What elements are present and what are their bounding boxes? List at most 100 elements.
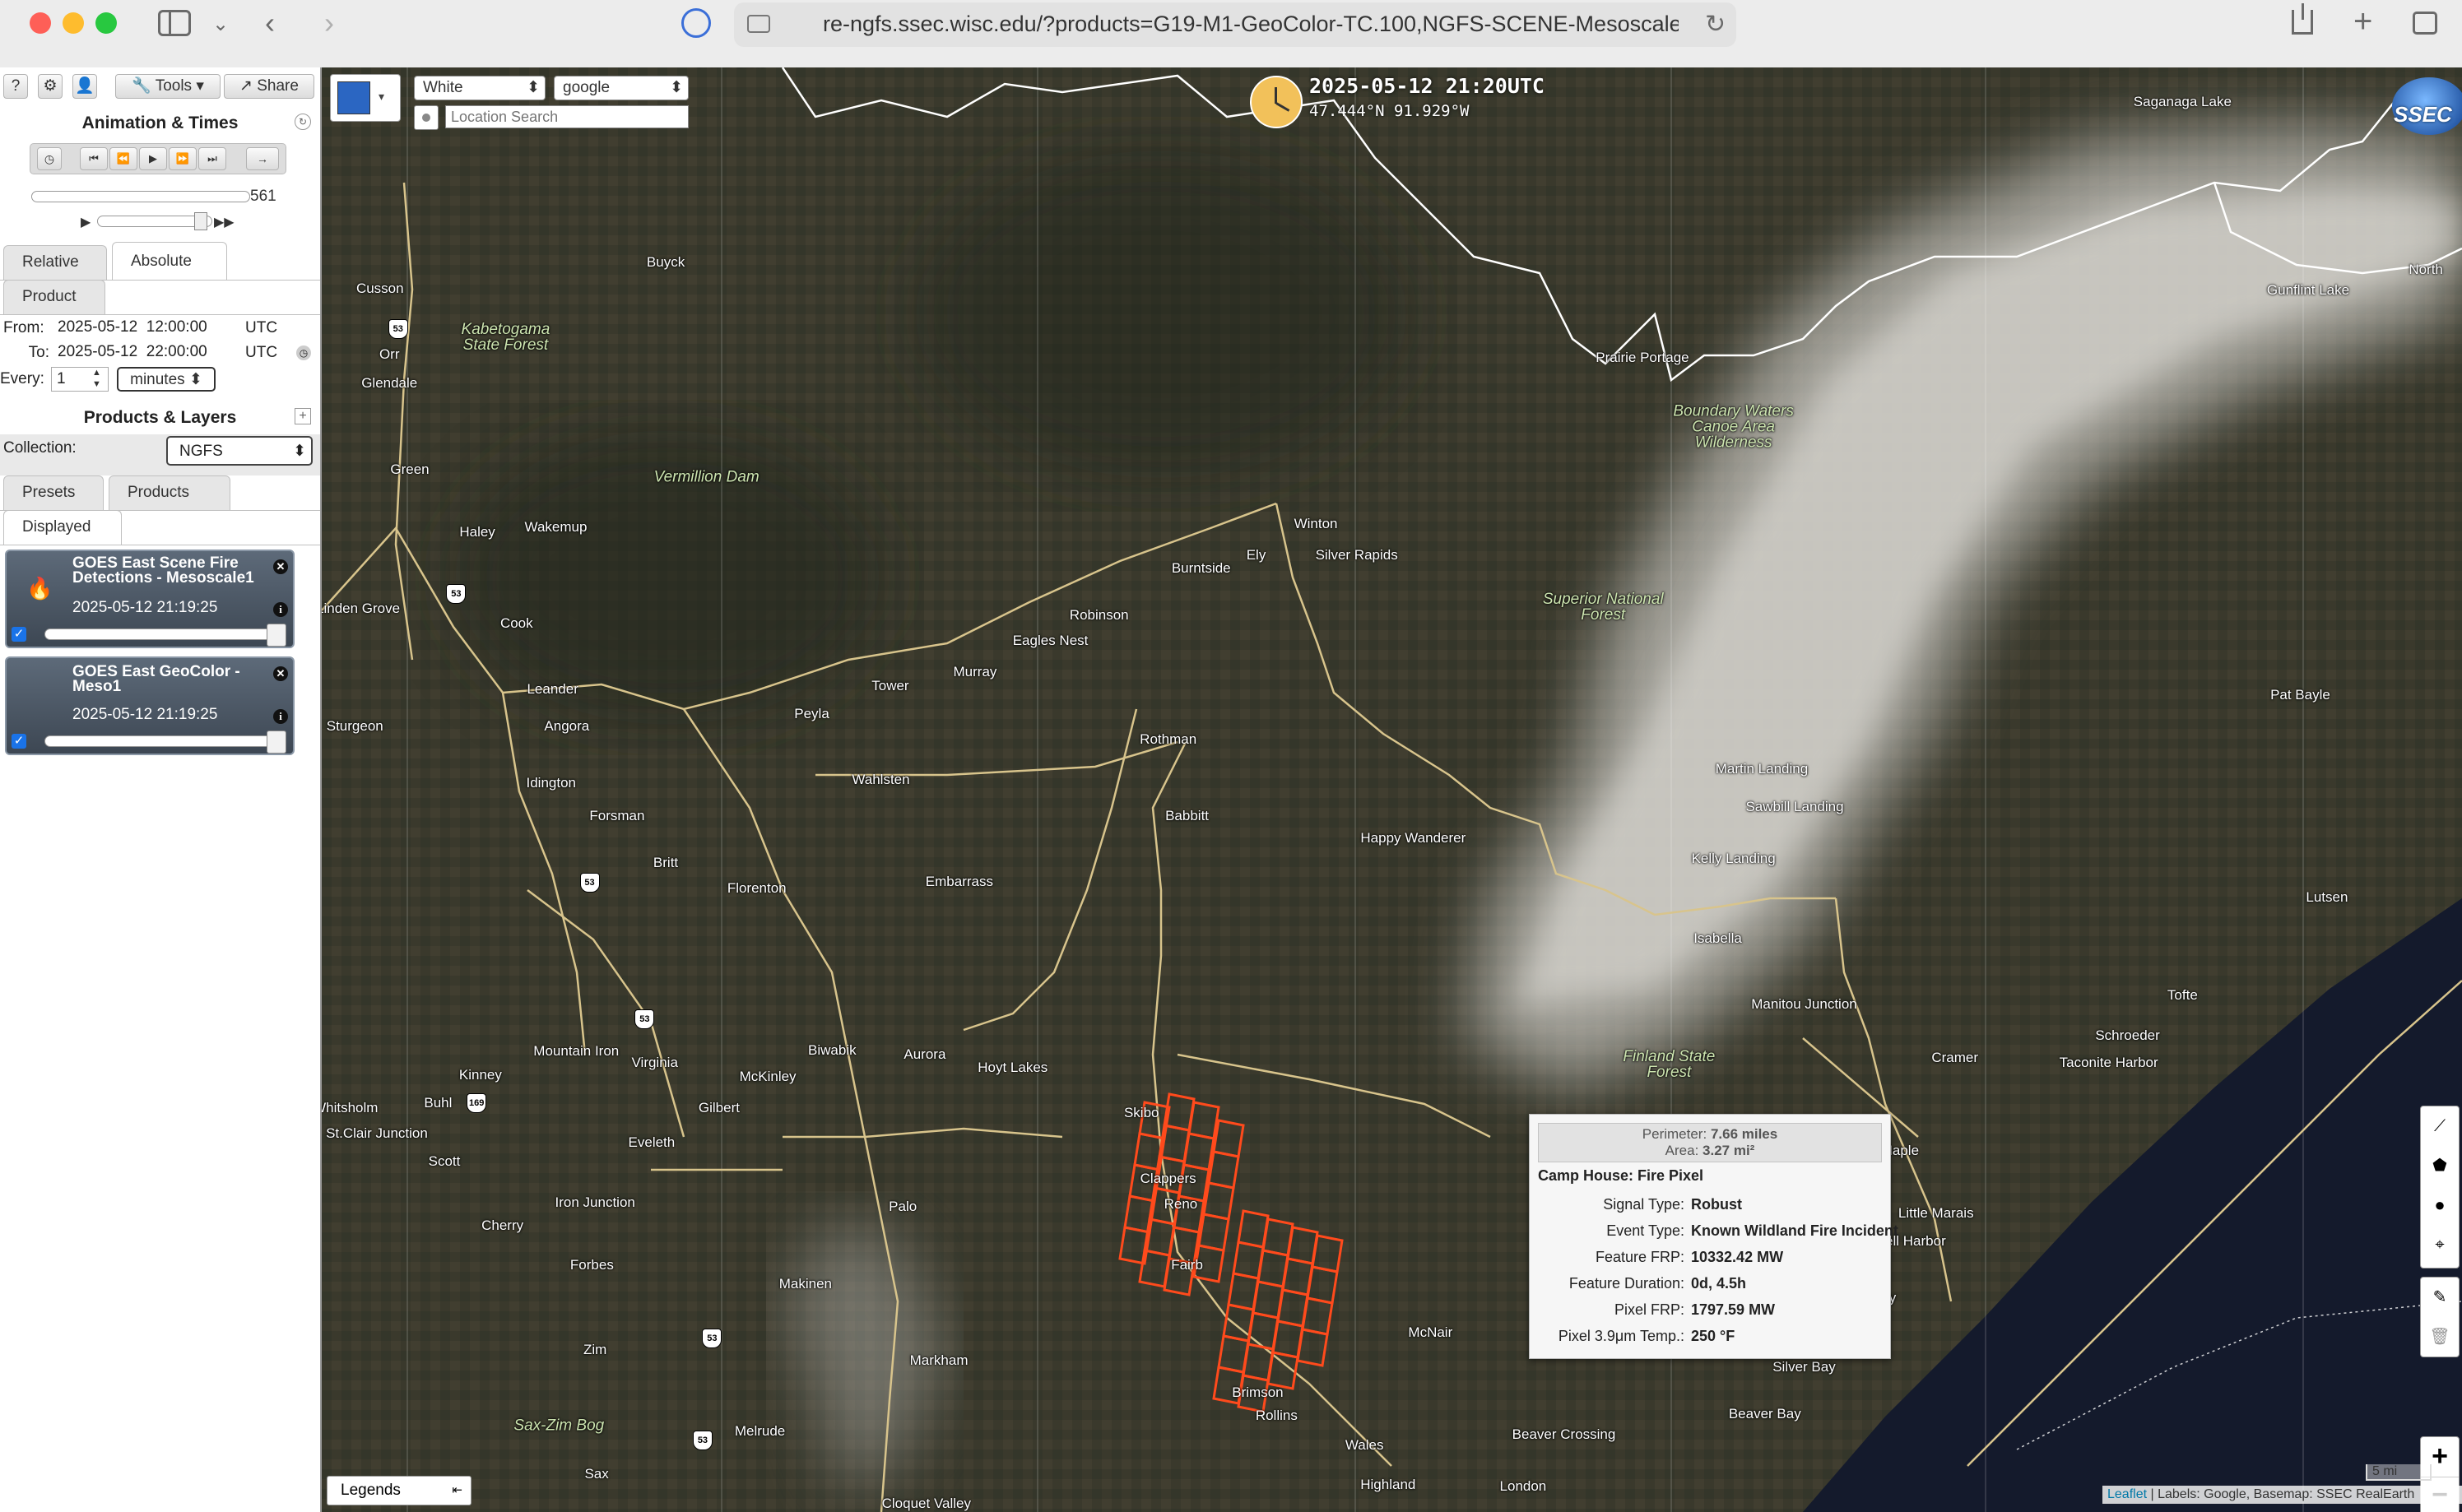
place-label: Mountain Iron	[533, 1043, 620, 1060]
opacity-slider[interactable]	[44, 735, 283, 747]
fast-forward-icon: ⏩	[175, 152, 190, 165]
area-label: Finland State Forest	[1623, 1047, 1716, 1081]
remove-layer-icon[interactable]: ✕	[273, 666, 288, 681]
user-button[interactable]: 👤	[72, 74, 97, 99]
basemap-switcher[interactable]: ▾	[330, 74, 401, 122]
sidebar-toggle-icon[interactable]	[158, 10, 191, 36]
draw-circle-icon[interactable]: ●	[2421, 1185, 2459, 1225]
remove-layer-icon[interactable]: ✕	[273, 559, 288, 574]
place-label: Skibo	[1123, 1104, 1159, 1120]
info-icon[interactable]: i	[273, 602, 288, 617]
from-datetime-input[interactable]: 2025-05-12 12:00:00	[53, 316, 239, 341]
place-label: Cook	[499, 615, 533, 631]
delete-layers-icon[interactable]: 🗑	[2421, 1317, 2459, 1357]
tab-overview-icon[interactable]	[2413, 12, 2437, 35]
edit-layers-icon[interactable]: ✎	[2421, 1278, 2459, 1317]
tab-product[interactable]: Product	[3, 280, 105, 314]
wrench-icon: 🔧	[132, 77, 151, 95]
layer-visible-checkbox[interactable]: ✓	[12, 734, 26, 749]
close-window-button[interactable]	[30, 12, 51, 34]
share-button[interactable]: ↗ Share	[224, 74, 314, 99]
reset-time-icon[interactable]: ◷	[296, 346, 311, 360]
step-back-button[interactable]: ⏪	[109, 147, 137, 170]
chevron-down-icon[interactable]: ⌄	[212, 10, 229, 39]
layer-card-geocolor[interactable]: GOES East GeoColor - Meso1 2025-05-12 21…	[5, 656, 295, 755]
place-label: Orr	[379, 346, 400, 363]
opacity-slider-knob[interactable]	[267, 624, 286, 647]
opacity-slider-knob[interactable]	[267, 730, 286, 754]
new-tab-icon[interactable]: +	[2353, 5, 2372, 38]
popup-row: Signal Type: Robust	[1530, 1192, 1890, 1217]
tab-products-label: Products	[128, 484, 189, 501]
to-datetime-input[interactable]: 2025-05-12 22:00:00	[53, 341, 239, 365]
place-label: Clappers	[1140, 1171, 1196, 1187]
draw-line-icon[interactable]: ⟋	[2421, 1106, 2459, 1146]
page-settings-icon[interactable]	[747, 15, 770, 33]
every-unit-select[interactable]: minutes ⬍	[117, 367, 216, 392]
place-label: Pat Bayle	[2270, 687, 2330, 703]
layer-visible-checkbox[interactable]: ✓	[12, 627, 26, 642]
tab-absolute[interactable]: Absolute	[112, 242, 227, 280]
forward-icon[interactable]: ›	[324, 8, 334, 38]
privacy-report-icon[interactable]	[681, 8, 711, 38]
tools-label: Tools	[155, 77, 193, 95]
url-text: re-ngfs.ssec.wisc.edu/?products=G19-M1-G…	[823, 12, 1679, 36]
info-icon[interactable]: i	[273, 709, 288, 724]
place-label: Forsman	[589, 808, 645, 824]
border-color-select[interactable]: White ⬍	[414, 76, 546, 100]
legends-panel-toggle[interactable]: Legends ⇤	[327, 1476, 471, 1505]
tab-presets[interactable]: Presets	[3, 475, 104, 510]
highway-shield: 53	[579, 873, 600, 893]
place-label: Glendale	[361, 374, 418, 391]
place-label: Burntside	[1171, 559, 1231, 576]
settings-button[interactable]: ⚙	[38, 74, 63, 99]
stepper-icon[interactable]: ▲ ▼	[92, 367, 101, 390]
help-button[interactable]: ?	[3, 74, 28, 99]
location-search-input[interactable]	[445, 105, 689, 128]
minimize-window-button[interactable]	[63, 12, 84, 34]
perimeter-value: 7.66 miles	[1710, 1126, 1778, 1142]
place-label: Kinney	[458, 1067, 502, 1083]
location-button[interactable]	[414, 105, 439, 130]
last-frame-button[interactable]: ⏭	[198, 147, 226, 170]
first-frame-button[interactable]: ⏮	[80, 147, 108, 170]
place-label: Kelly Landing	[1691, 850, 1776, 866]
opacity-slider[interactable]	[44, 628, 283, 640]
play-button[interactable]: ▶	[139, 147, 167, 170]
location-dot-icon	[422, 114, 430, 122]
place-label: Winton	[1294, 516, 1338, 532]
from-utc-label: UTC	[245, 319, 278, 336]
map-view[interactable]: Crane Lake Saganaga Lake Gunflint Lake Nort…	[322, 67, 2462, 1512]
step-forward-button[interactable]: ⏩	[169, 147, 197, 170]
products-header: Products & Layers	[83, 408, 237, 427]
labels-select[interactable]: google ⬍	[554, 76, 689, 100]
clock-button[interactable]: ◷	[37, 147, 62, 170]
draw-marker-icon[interactable]: ⌖	[2421, 1225, 2459, 1264]
map-coordinates: 47.444°N 91.929°W	[1309, 102, 1470, 120]
reload-icon[interactable]: ↻	[1705, 10, 1726, 39]
attribution-text: | Labels: Google, Basemap: SSEC RealEart…	[2147, 1487, 2415, 1501]
speed-slider-knob[interactable]	[194, 212, 207, 230]
tab-products[interactable]: Products	[109, 475, 230, 510]
frame-slider[interactable]	[31, 191, 250, 202]
place-label: Murray	[953, 663, 997, 679]
add-layer-icon[interactable]: +	[295, 408, 311, 424]
tab-displayed[interactable]: Displayed	[3, 510, 122, 545]
refresh-icon[interactable]: ↻	[295, 114, 311, 130]
back-icon[interactable]: ‹	[265, 8, 275, 38]
popup-row: Pixel FRP: 1797.59 MW	[1530, 1297, 1890, 1322]
place-label: Taconite Harbor	[2059, 1054, 2158, 1070]
collection-select[interactable]: NGFS ⬍	[166, 436, 313, 466]
perimeter-box: Perimeter: 7.66 miles Area: 3.27 mi²	[1538, 1123, 1882, 1162]
tools-button[interactable]: 🔧 Tools ▾	[115, 74, 221, 99]
draw-polygon-icon[interactable]: ⬟	[2421, 1146, 2459, 1185]
layer-card-fire-detections[interactable]: 🔥 GOES East Scene Fire Detections - Meso…	[5, 550, 295, 648]
tab-relative[interactable]: Relative	[3, 245, 107, 280]
jump-latest-button[interactable]: →	[246, 147, 279, 170]
playback-controls: ◷ ⏮ ⏪ ▶ ⏩ ⏭ →	[30, 143, 286, 174]
place-label: Reno	[1164, 1195, 1198, 1212]
zoom-window-button[interactable]	[95, 12, 117, 34]
leaflet-link[interactable]: Leaflet	[2107, 1487, 2147, 1501]
select-arrows-icon: ⬍	[188, 371, 202, 388]
share-icon[interactable]	[2292, 3, 2313, 35]
